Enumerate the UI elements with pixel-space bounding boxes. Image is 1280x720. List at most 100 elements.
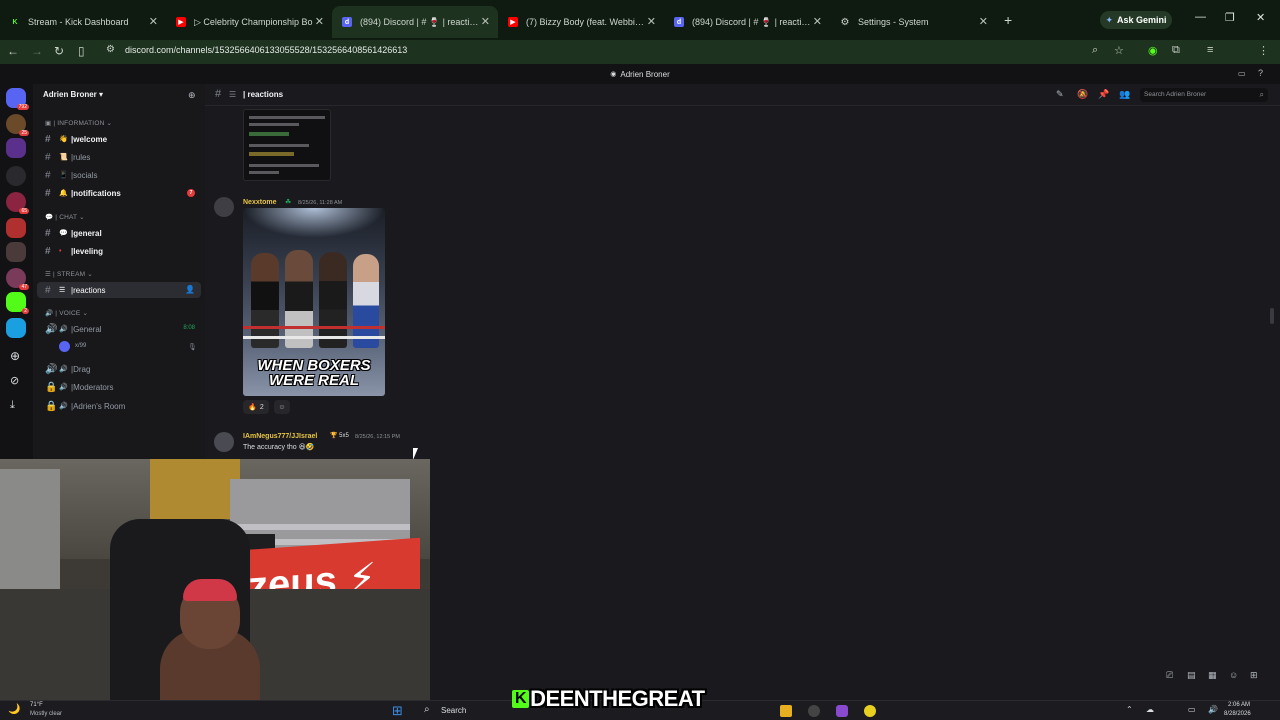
bookmark-star-icon[interactable]: ☆ — [1114, 44, 1124, 57]
category-information[interactable]: ▣ | INFORMATION ⌄ — [45, 119, 112, 127]
app-icon-1[interactable] — [808, 705, 820, 717]
inbox-icon[interactable]: ▭ — [1238, 69, 1246, 78]
menu-kebab-icon[interactable]: ⋮ — [1258, 44, 1269, 57]
volume-icon[interactable]: 🔊 — [1208, 705, 1218, 714]
direct-messages-button[interactable]: 792 — [6, 88, 29, 110]
search-input[interactable]: Search Adrien Broner ⌕ — [1140, 88, 1268, 102]
tab-kick-dashboard[interactable]: K Stream - Kick Dashboard ✕ — [0, 6, 166, 38]
channel-socials[interactable]: # 📱 | socials — [37, 167, 201, 183]
tab-celebrity-championship[interactable]: ▶ ▷ Celebrity Championship Bo ✕ — [166, 6, 332, 38]
app-icon-2[interactable] — [836, 705, 848, 717]
server-icon-2[interactable] — [6, 138, 26, 158]
avatar[interactable] — [214, 197, 234, 217]
durag — [183, 579, 237, 601]
close-icon[interactable]: ✕ — [647, 15, 656, 28]
close-icon[interactable]: ✕ — [813, 15, 822, 28]
avatar[interactable] — [214, 432, 234, 452]
message-username[interactable]: Nexxtome — [243, 199, 276, 206]
channel-general[interactable]: # 💬 | general — [37, 225, 201, 241]
voice-channel-adriens-room[interactable]: 🔒 🔊 | Adrien's Room — [37, 398, 201, 414]
channel-leveling[interactable]: # • | leveling — [37, 243, 201, 259]
category-voice[interactable]: 🔊 | VOICE ⌄ — [45, 309, 88, 317]
tray-icon-1[interactable]: ☁ — [1146, 705, 1154, 714]
maximize-icon[interactable]: ❐ — [1225, 11, 1235, 24]
server-icon-3[interactable] — [6, 166, 26, 186]
channel-notifications[interactable]: # 🔔 | notifications 7 — [37, 185, 201, 201]
site-info-icon[interactable]: ⚙ — [106, 44, 115, 55]
message-username[interactable]: IAmNegus777/JJIsrael — [243, 433, 317, 440]
server-icon-7[interactable]: 47 — [6, 268, 29, 290]
notification-bell-icon[interactable]: 🔕 — [1077, 89, 1088, 100]
add-member-icon[interactable]: 👤 — [185, 285, 195, 294]
search-placeholder: Search Adrien Broner — [1144, 91, 1207, 98]
server-icon-8[interactable] — [6, 318, 26, 338]
close-icon[interactable]: ✕ — [315, 15, 324, 28]
extension-icon[interactable]: ◉ — [1148, 44, 1158, 57]
server-icon-1[interactable]: 25 — [6, 114, 29, 136]
close-icon[interactable]: ✕ — [481, 15, 490, 28]
reaction-fire[interactable]: 🔥 2 — [243, 400, 269, 414]
tab-title: Settings - System — [858, 17, 929, 27]
ask-gemini-button[interactable]: ✦ Ask Gemini — [1100, 11, 1172, 29]
voice-channel-drag[interactable]: 🔊 🔊 | Drag — [37, 361, 201, 377]
forward-icon[interactable]: → — [31, 44, 43, 58]
chat-scrollbar[interactable] — [1270, 308, 1274, 324]
tab-discord-reactions-2[interactable]: d (894) Discord | # 🍷 | reactions ✕ — [664, 6, 830, 38]
tab-settings-system[interactable]: ⚙ Settings - System ✕ — [830, 6, 996, 38]
taskbar-search[interactable]: Search — [441, 706, 466, 715]
gif-icon[interactable]: ▤ — [1187, 670, 1196, 681]
avatar[interactable] — [59, 341, 70, 352]
server-name[interactable]: Adrien Broner ▾ — [43, 90, 103, 99]
member-list-icon[interactable]: 👥 — [1119, 89, 1130, 100]
search-icon[interactable]: ⌕ — [1092, 44, 1098, 57]
close-icon[interactable]: ✕ — [149, 15, 158, 28]
help-icon[interactable]: ? — [1258, 68, 1263, 78]
apps-icon[interactable]: ⊞ — [1250, 670, 1258, 681]
close-icon[interactable]: ✕ — [979, 15, 988, 28]
sidebar-toggle-icon[interactable]: ▯ — [78, 44, 85, 58]
taskbar-time[interactable]: 2:06 AM — [1228, 702, 1250, 708]
server-icon-4[interactable]: 65 — [6, 192, 29, 214]
discover-icon[interactable]: ⊘ — [10, 374, 19, 387]
gift-icon[interactable]: ⎚ — [1166, 670, 1173, 681]
windows-start-icon[interactable]: ⊞ — [392, 703, 403, 719]
category-chat[interactable]: 💬 | CHAT ⌄ — [45, 213, 85, 221]
tab-bizzy-body[interactable]: ▶ (7) Bizzy Body (feat. Webbie & ✕ — [498, 6, 664, 38]
chevron-up-icon[interactable]: ⌃ — [1126, 705, 1133, 714]
app-icon-3[interactable] — [864, 705, 876, 717]
url-field[interactable]: discord.com/channels/1532566406133055528… — [125, 45, 407, 55]
server-icon: ◉ — [610, 71, 617, 78]
sticker-icon[interactable]: ▦ — [1208, 670, 1217, 681]
emoji-icon[interactable]: ☺ — [1229, 670, 1238, 680]
channel-welcome[interactable]: # 👋 | welcome — [37, 131, 201, 147]
media-control-icon[interactable]: ≡ — [1207, 44, 1213, 56]
voice-channel-general[interactable]: 🔊 🔊 | General 8:08 — [37, 321, 201, 337]
message-image-boxers[interactable]: WHEN BOXERS WERE REAL — [243, 208, 385, 396]
file-explorer-icon[interactable] — [780, 705, 792, 717]
server-icon-5[interactable] — [6, 218, 26, 238]
fire-icon: 🔥 — [248, 404, 257, 411]
server-icon-kick[interactable]: 2 — [6, 292, 29, 314]
new-tab-icon[interactable]: + — [1004, 12, 1012, 28]
category-stream[interactable]: ☰ | STREAM ⌄ — [45, 270, 93, 278]
add-reaction-icon[interactable]: ☺ — [274, 400, 290, 414]
pin-icon[interactable]: 📌 — [1098, 89, 1109, 100]
extensions-puzzle-icon[interactable]: ⧉ — [1172, 44, 1180, 57]
server-icon-6[interactable] — [6, 242, 26, 262]
reload-icon[interactable]: ↻ — [54, 44, 64, 58]
channel-rules[interactable]: # 📜 | rules — [37, 149, 201, 165]
tab-discord-reactions[interactable]: d (894) Discord | # 🍷 | reactions ✕ — [332, 6, 498, 38]
back-icon[interactable]: ← — [7, 44, 19, 58]
threads-icon[interactable]: ✎ — [1056, 89, 1064, 100]
add-server-icon[interactable]: ⊕ — [10, 349, 20, 363]
minimize-icon[interactable]: — — [1195, 11, 1206, 23]
window-close-icon[interactable]: ✕ — [1256, 11, 1265, 24]
invite-icon[interactable]: ⊕ — [188, 90, 196, 101]
voice-user-name[interactable]: x/99 — [75, 343, 86, 349]
channel-reactions[interactable]: # ☰ | reactions 👤 — [37, 282, 201, 298]
download-icon[interactable]: ⤓ — [10, 399, 15, 412]
voice-channel-moderators[interactable]: 🔒 🔊 | Moderators — [37, 379, 201, 395]
weather-temp[interactable]: 71°F — [30, 702, 43, 708]
message-image-screenshot[interactable] — [243, 109, 331, 181]
tray-icon-2[interactable]: ▭ — [1188, 705, 1196, 714]
